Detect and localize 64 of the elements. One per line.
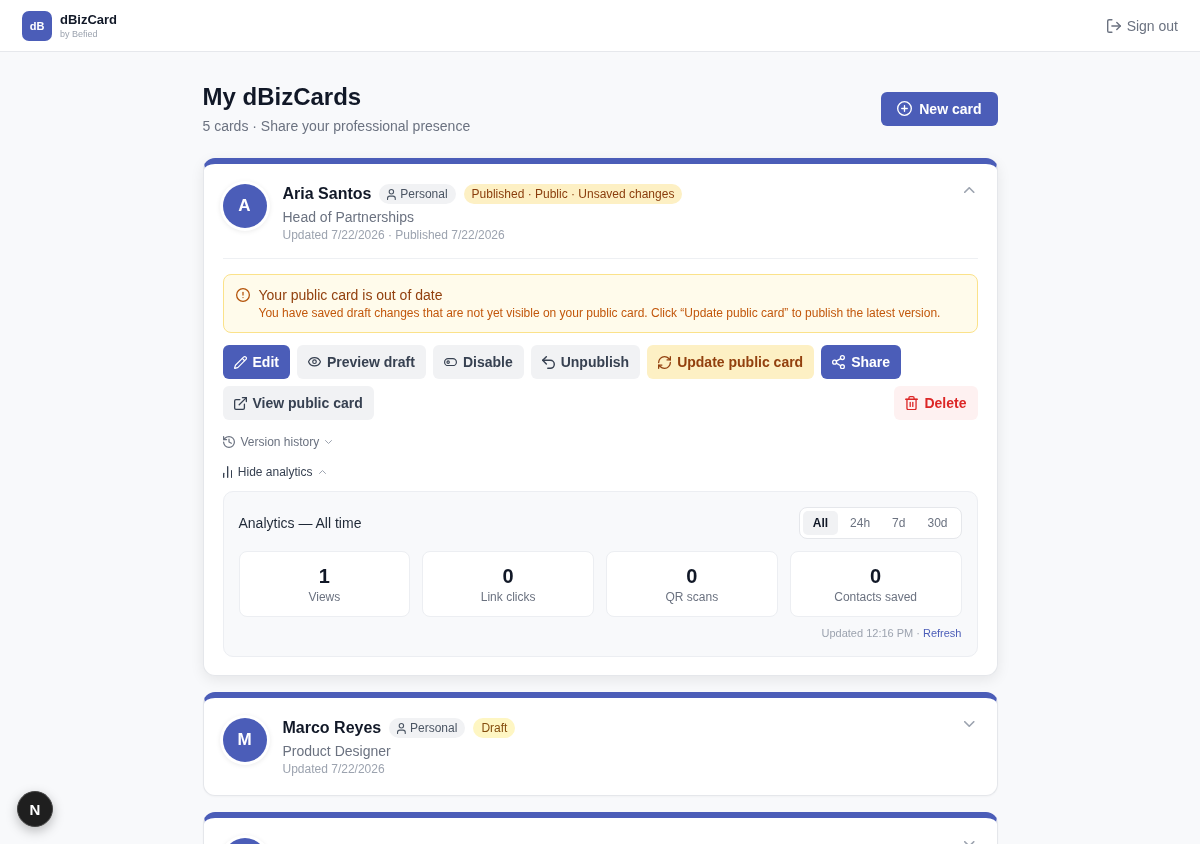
alert-message: You have saved draft changes that are not yet visible on your public card. Click “Update public card” to publish the latest version. [258,305,941,321]
app-logo: dB [22,10,52,41]
card-name: Marco Reyes [282,719,382,737]
eye-icon [307,357,321,367]
stat-value: 0 [502,564,514,589]
app-name: dBizCard [60,11,118,28]
card-status: Draft [473,718,516,738]
time-range-tab[interactable]: 24h [840,511,881,535]
new-card-button[interactable]: New card [881,91,998,126]
dev-tools-button[interactable]: N [17,791,53,827]
avatar: A [222,184,267,228]
undo-arrow-icon [541,355,555,369]
stat-label: Link clicks [480,589,536,605]
plus-circle-icon [897,101,913,116]
user-icon [387,188,397,200]
stat-value: 1 [318,564,330,589]
chevron-up-icon[interactable] [964,187,975,193]
card-type-label: Personal [410,720,458,736]
stat-value: 0 [686,564,698,589]
version-history-toggle[interactable]: Version history [222,432,333,452]
analytics-title: Analytics — All time [238,515,362,531]
delete-button[interactable]: Delete [894,386,978,420]
time-range-tab[interactable]: 7d [882,511,916,535]
action-button[interactable]: View public card [222,386,374,420]
alert-title: Your public card is out of date [258,286,444,305]
action-button[interactable]: Share [821,345,902,379]
stat-label: Views [308,589,341,605]
external-link-icon [233,396,247,410]
stat-value: 0 [870,564,882,589]
analytics-updated-time: Updated 12:16 PM · [821,626,920,641]
toggle-icon [443,357,457,367]
action-button[interactable]: Edit [222,345,290,379]
card-job-title: Product Designer [282,742,392,761]
bar-chart-icon [222,466,232,478]
alert-icon [235,288,250,302]
history-icon [222,436,235,448]
share-icon [832,354,846,370]
card-name: Aria Santos [282,185,372,203]
time-range-tab[interactable]: 30d [917,511,958,535]
sign-out-icon [1106,18,1121,33]
user-icon [397,722,406,734]
sign-out-button[interactable]: Sign out [1106,17,1178,34]
action-button[interactable]: Update public card [647,345,815,379]
chevron-down-icon[interactable] [964,721,975,727]
analytics-toggle[interactable]: Hide analytics [222,462,326,482]
stat-label: QR scans [665,589,719,605]
card-dates: Updated 7/22/2026 · Published 7/22/2026 [282,227,506,243]
action-button[interactable]: Disable [432,345,524,379]
trash-icon [905,395,919,411]
avatar: M [222,718,267,762]
card-type-label: Personal [400,186,448,202]
card-status: Published · Public · Unsaved changes [463,184,683,204]
page-title: My dBizCards [202,82,363,112]
page-subtitle: 5 cards · Share your professional presence [202,117,471,136]
app-byline: by Befied [60,27,98,40]
stat-label: Contacts saved [834,589,917,605]
refresh-link[interactable]: Refresh [922,625,962,641]
pencil-icon [233,355,247,369]
card-job-title: Head of Partnerships [282,208,416,227]
card-dates: Updated 7/22/2026 [282,761,386,777]
action-button[interactable]: Preview draft [296,345,426,379]
action-button[interactable]: Unpublish [530,345,641,379]
time-range-tab[interactable]: All [802,511,839,535]
refresh-icon [658,355,672,369]
